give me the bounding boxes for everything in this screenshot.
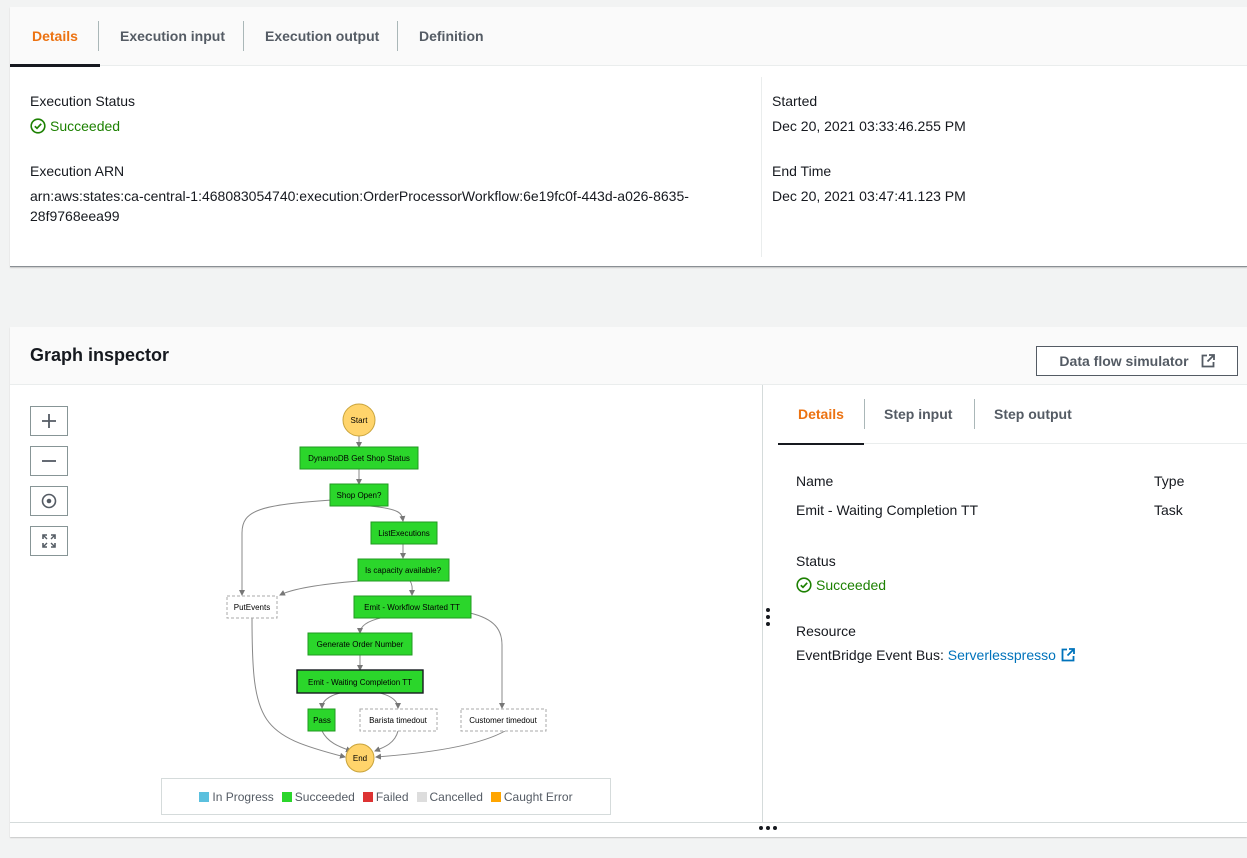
execution-status-label: Execution Status <box>30 93 136 109</box>
legend-in-progress: In Progress <box>199 789 274 804</box>
check-circle-icon <box>30 118 46 134</box>
arn-line-2: 28f9768eea99 <box>30 208 120 224</box>
node-put-events[interactable]: PutEvents <box>226 595 278 619</box>
swatch-in-progress <box>199 791 210 802</box>
step-type-label: Type <box>1154 473 1185 489</box>
tab-execution-output[interactable]: Execution output <box>243 7 401 66</box>
node-label: Customer timedout <box>469 716 537 725</box>
graph-inspector-title: Graph inspector <box>30 345 170 365</box>
node-is-capacity-available[interactable]: Is capacity available? <box>357 558 450 582</box>
legend-cancelled: Cancelled <box>416 789 483 804</box>
legend-label: Failed <box>375 789 409 804</box>
node-label: Barista timedout <box>369 716 428 725</box>
execution-arn-value: arn:aws:states:ca-central-1:468083054740… <box>30 186 689 226</box>
node-list-executions[interactable]: ListExecutions <box>370 521 438 545</box>
external-link-icon <box>1201 354 1215 368</box>
check-circle-icon <box>796 577 812 593</box>
details-tabbar: Details Execution input Execution output… <box>10 7 1247 67</box>
node-end-label: End <box>353 754 367 763</box>
node-label: Shop Open? <box>337 491 382 500</box>
node-label: Generate Order Number <box>317 640 404 649</box>
tab-details[interactable]: Details <box>10 7 100 67</box>
vertical-resize-handle[interactable] <box>765 606 771 628</box>
step-name-value: Emit - Waiting Completion TT <box>796 502 979 518</box>
tab-execution-input[interactable]: Execution input <box>98 7 247 66</box>
node-label: ListExecutions <box>378 529 430 538</box>
legend-label: Succeeded <box>294 789 355 804</box>
status-text: Succeeded <box>50 118 121 134</box>
step-status-label: Status <box>796 553 836 569</box>
tab-definition[interactable]: Definition <box>397 7 506 66</box>
tab-step-details[interactable]: Details <box>778 385 864 445</box>
execution-arn-label: Execution ARN <box>30 163 125 179</box>
legend-failed: Failed <box>362 789 409 804</box>
node-barista-timedout[interactable]: Barista timedout <box>359 708 438 732</box>
execution-status-value: Succeeded <box>30 118 120 134</box>
node-shop-open[interactable]: Shop Open? <box>329 483 389 507</box>
legend-label: In Progress <box>212 789 274 804</box>
step-type-value: Task <box>1154 502 1183 518</box>
legend-label: Cancelled <box>429 789 483 804</box>
resource-label: Resource <box>796 623 856 639</box>
node-label: Emit - Waiting Completion TT <box>308 678 412 687</box>
data-flow-simulator-button[interactable]: Data flow simulator <box>1036 346 1238 376</box>
step-name-label: Name <box>796 473 834 489</box>
end-time-label: End Time <box>772 163 832 179</box>
tab-step-input[interactable]: Step input <box>864 385 972 444</box>
graph-inspector-panel: Graph inspector Data flow simulator Star… <box>10 327 1247 837</box>
graph-legend: In Progress Succeeded Failed Cancelled C… <box>161 778 611 815</box>
node-emit-workflow-started[interactable]: Emit - Workflow Started TT <box>353 595 472 619</box>
vertical-splitter <box>762 385 763 823</box>
swatch-failed <box>362 791 373 802</box>
node-dynamodb-get-shop-status[interactable]: DynamoDB Get Shop Status <box>299 446 419 470</box>
legend-label: Caught Error <box>503 789 573 804</box>
swatch-cancelled <box>416 791 427 802</box>
external-link-icon[interactable] <box>1061 648 1075 662</box>
node-end[interactable]: End <box>345 743 375 773</box>
node-label: Emit - Workflow Started TT <box>364 603 460 612</box>
node-pass[interactable]: Pass <box>307 708 336 732</box>
legend-succeeded: Succeeded <box>281 789 355 804</box>
end-time-value: Dec 20, 2021 03:47:41.123 PM <box>772 188 966 204</box>
bottom-divider <box>10 822 1247 823</box>
node-label: DynamoDB Get Shop Status <box>308 454 410 463</box>
step-status-value: Succeeded <box>796 577 886 593</box>
step-tabbar: Details Step input Step output <box>778 385 1247 445</box>
resource-prefix: EventBridge Event Bus: <box>796 647 948 663</box>
tab-step-output[interactable]: Step output <box>974 385 1092 444</box>
node-emit-waiting-completion[interactable]: Emit - Waiting Completion TT <box>296 669 424 694</box>
column-divider <box>761 77 762 257</box>
horizontal-resize-handle[interactable] <box>757 824 779 832</box>
swatch-succeeded <box>281 791 292 802</box>
status-text: Succeeded <box>816 577 887 593</box>
resource-value: EventBridge Event Bus: Serverlesspresso <box>796 645 1075 665</box>
data-flow-simulator-label: Data flow simulator <box>1059 353 1189 369</box>
node-start[interactable]: Start <box>342 403 376 437</box>
started-value: Dec 20, 2021 03:33:46.255 PM <box>772 118 966 134</box>
legend-caught-error: Caught Error <box>490 789 573 804</box>
node-customer-timedout[interactable]: Customer timedout <box>460 708 547 732</box>
arn-line-1: arn:aws:states:ca-central-1:468083054740… <box>30 188 689 204</box>
execution-details-panel: Details Execution input Execution output… <box>10 7 1247 267</box>
node-label: Pass <box>313 716 331 725</box>
node-start-label: Start <box>351 416 369 425</box>
state-machine-graph: Start DynamoDB Get Shop Status Shop Open… <box>226 403 547 773</box>
resource-link[interactable]: Serverlesspresso <box>948 645 1056 665</box>
swatch-caught-error <box>490 791 501 802</box>
node-label: PutEvents <box>234 603 270 612</box>
node-label: Is capacity available? <box>365 566 442 575</box>
graph-inspector-header: Graph inspector Data flow simulator <box>10 327 1247 385</box>
started-label: Started <box>772 93 818 109</box>
node-generate-order-number[interactable]: Generate Order Number <box>307 632 413 656</box>
